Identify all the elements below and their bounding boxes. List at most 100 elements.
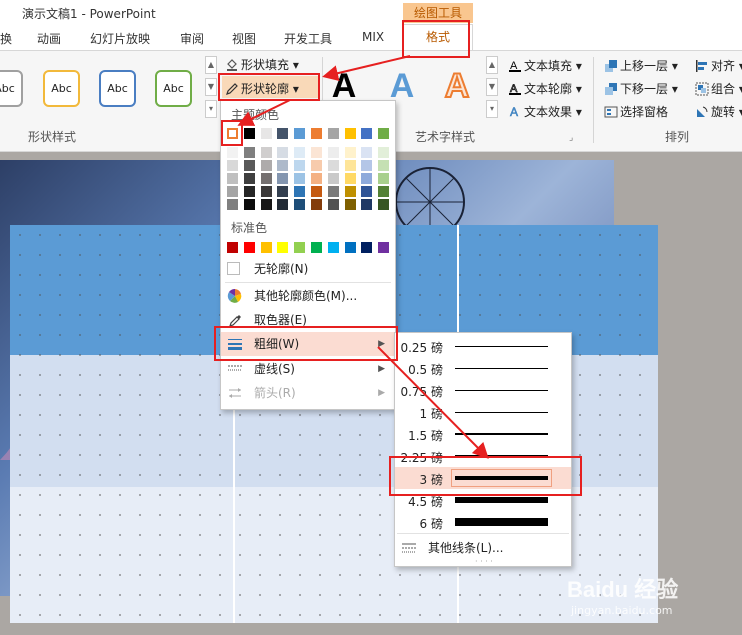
gallery-scroll-up-button[interactable]: ▲ — [205, 56, 217, 74]
wordart-scroll-up-button[interactable]: ▲ — [486, 56, 498, 74]
theme-shade-swatch[interactable] — [311, 186, 322, 197]
theme-shade-swatch[interactable] — [243, 173, 255, 184]
tab-slideshow[interactable]: 幻灯片放映 — [90, 30, 150, 47]
theme-shade-swatch[interactable] — [344, 147, 356, 158]
standard-color-swatch[interactable] — [344, 242, 356, 253]
theme-shade-swatch[interactable] — [311, 199, 322, 210]
theme-shade-swatch[interactable] — [378, 147, 390, 158]
tab-mix[interactable]: MIX — [362, 30, 384, 44]
theme-shade-swatch[interactable] — [260, 173, 272, 184]
align-button[interactable]: 对齐 ▾ — [695, 57, 742, 74]
theme-shade-swatch[interactable] — [277, 147, 289, 158]
resize-grip-icon[interactable]: · · · · — [475, 557, 493, 566]
theme-shade-swatch[interactable] — [294, 160, 306, 171]
theme-shade-swatch[interactable] — [361, 173, 373, 184]
shape-style-thumbnail[interactable]: Abc — [43, 70, 80, 107]
theme-shade-swatch[interactable] — [260, 147, 272, 158]
standard-color-swatch[interactable] — [227, 242, 238, 253]
theme-color-swatch[interactable] — [277, 128, 289, 139]
theme-shade-swatch[interactable] — [227, 186, 238, 197]
theme-shade-swatch[interactable] — [327, 173, 339, 184]
theme-shade-swatch[interactable] — [243, 160, 255, 171]
theme-shade-swatch[interactable] — [227, 147, 238, 158]
theme-shade-swatch[interactable] — [260, 199, 272, 210]
tab-animations[interactable]: 动画 — [37, 30, 61, 47]
theme-shade-swatch[interactable] — [378, 186, 390, 197]
theme-shade-swatch[interactable] — [344, 173, 356, 184]
theme-shade-swatch[interactable] — [260, 160, 272, 171]
theme-shade-swatch[interactable] — [378, 160, 390, 171]
theme-shade-swatch[interactable] — [277, 199, 289, 210]
theme-shade-swatch[interactable] — [344, 186, 356, 197]
tab-view[interactable]: 视图 — [232, 30, 256, 47]
text-effects-button[interactable]: A 文本效果 ▾ — [508, 103, 582, 120]
theme-shade-swatch[interactable] — [361, 147, 373, 158]
standard-color-swatch[interactable] — [327, 242, 339, 253]
shape-style-thumbnail[interactable]: Abc — [0, 70, 23, 107]
theme-shade-swatch[interactable] — [277, 160, 289, 171]
tab-review[interactable]: 审阅 — [180, 30, 204, 47]
theme-shade-swatch[interactable] — [294, 173, 306, 184]
text-fill-button[interactable]: A 文本填充 ▾ — [508, 57, 582, 74]
theme-shade-swatch[interactable] — [378, 199, 390, 210]
theme-shade-swatch[interactable] — [260, 186, 272, 197]
wordart-style-orange[interactable]: A — [440, 66, 474, 106]
theme-color-swatch[interactable] — [260, 128, 272, 139]
theme-shade-swatch[interactable] — [243, 199, 255, 210]
theme-shade-swatch[interactable] — [294, 186, 306, 197]
theme-shade-swatch[interactable] — [361, 186, 373, 197]
standard-color-swatch[interactable] — [260, 242, 272, 253]
weight-option[interactable]: 1.5 磅 — [395, 423, 571, 445]
theme-shade-swatch[interactable] — [277, 186, 289, 197]
theme-color-swatch[interactable] — [294, 128, 306, 139]
wordart-more-button[interactable]: ▾ — [486, 100, 498, 118]
text-outline-button[interactable]: A 文本轮廓 ▾ — [508, 80, 582, 97]
theme-shade-swatch[interactable] — [277, 173, 289, 184]
group-button[interactable]: 组合 ▾ — [695, 80, 742, 97]
gallery-scroll-down-button[interactable]: ▼ — [205, 78, 217, 96]
rotate-button[interactable]: 旋转 ▾ — [695, 103, 742, 120]
standard-color-swatch[interactable] — [294, 242, 306, 253]
theme-shade-swatch[interactable] — [327, 199, 339, 210]
more-outline-colors-item[interactable]: 其他轮廓颜色(M)... — [221, 284, 395, 308]
theme-shade-swatch[interactable] — [344, 160, 356, 171]
theme-color-swatch[interactable] — [311, 128, 322, 139]
wordart-dialog-launcher[interactable]: ⌟ — [569, 133, 573, 143]
weight-option[interactable]: 6 磅 — [395, 511, 571, 533]
wordart-scroll-down-button[interactable]: ▼ — [486, 78, 498, 96]
theme-shade-swatch[interactable] — [243, 147, 255, 158]
send-backward-button[interactable]: 下移一层 ▾ — [604, 80, 678, 97]
theme-shade-swatch[interactable] — [243, 186, 255, 197]
theme-shade-swatch[interactable] — [227, 199, 238, 210]
theme-shade-swatch[interactable] — [327, 147, 339, 158]
weight-option[interactable]: 0.75 磅 — [395, 379, 571, 401]
selection-pane-button[interactable]: 选择窗格 — [604, 103, 668, 120]
theme-shade-swatch[interactable] — [378, 173, 390, 184]
theme-shade-swatch[interactable] — [294, 147, 306, 158]
theme-shade-swatch[interactable] — [327, 160, 339, 171]
standard-color-swatch[interactable] — [277, 242, 289, 253]
standard-color-swatch[interactable] — [243, 242, 255, 253]
tab-developer[interactable]: 开发工具 — [284, 30, 332, 47]
theme-shade-swatch[interactable] — [227, 173, 238, 184]
bring-forward-button[interactable]: 上移一层 ▾ — [604, 57, 678, 74]
theme-shade-swatch[interactable] — [311, 173, 322, 184]
theme-color-swatch[interactable] — [378, 128, 390, 139]
gallery-more-button[interactable]: ▾ — [205, 100, 217, 118]
theme-color-swatch[interactable] — [243, 128, 255, 139]
shape-fill-button[interactable]: 形状填充 ▾ — [225, 56, 299, 73]
theme-color-swatch[interactable] — [344, 128, 356, 139]
shape-style-thumbnail[interactable]: Abc — [99, 70, 136, 107]
tab-transitions[interactable]: 换 — [0, 30, 12, 47]
standard-color-swatch[interactable] — [378, 242, 390, 253]
theme-shade-swatch[interactable] — [344, 199, 356, 210]
weight-option[interactable]: 0.5 磅 — [395, 357, 571, 379]
theme-shade-swatch[interactable] — [361, 199, 373, 210]
theme-color-swatch[interactable] — [327, 128, 339, 139]
theme-shade-swatch[interactable] — [327, 186, 339, 197]
theme-shade-swatch[interactable] — [227, 160, 238, 171]
weight-option[interactable]: 0.25 磅 — [395, 335, 571, 357]
shape-style-thumbnail[interactable]: Abc — [155, 70, 192, 107]
theme-color-swatch[interactable] — [361, 128, 373, 139]
theme-shade-swatch[interactable] — [294, 199, 306, 210]
